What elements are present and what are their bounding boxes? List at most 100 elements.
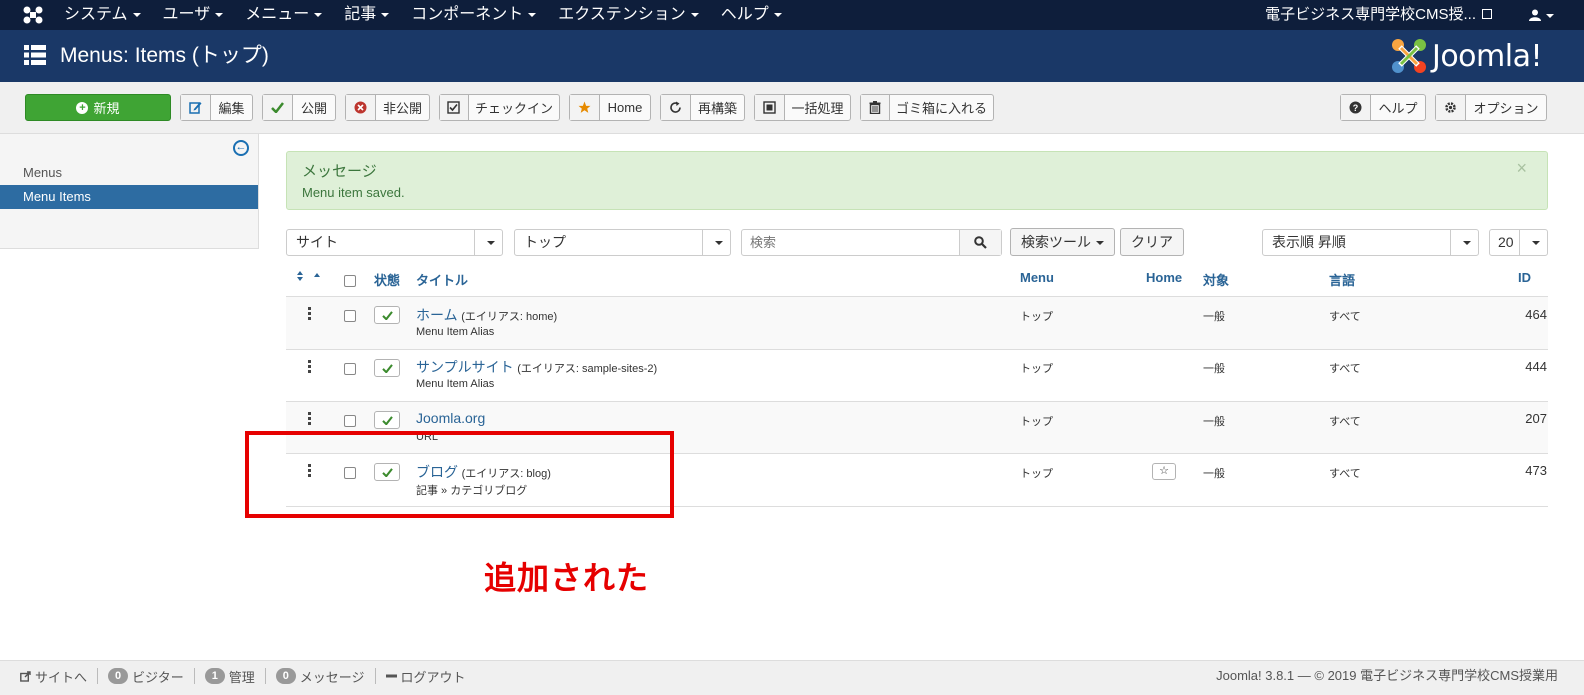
check-icon [381, 415, 393, 425]
gear-icon [1436, 95, 1466, 120]
search-tools-label: 検索ツール [1021, 234, 1091, 250]
clear-button[interactable]: クリア [1120, 228, 1184, 256]
view-site-link[interactable]: サイトへ [10, 668, 99, 685]
annotation-text: 追加された [484, 560, 650, 596]
item-title-link[interactable]: サンプルサイト [416, 359, 514, 375]
message-heading: メッセージ [302, 163, 377, 180]
drag-handle-icon[interactable] [308, 307, 312, 322]
column-access[interactable]: 対象 [1203, 270, 1229, 289]
unpublish-button[interactable]: 非公開 [345, 94, 430, 121]
collapse-sidebar-icon[interactable]: ← [233, 140, 249, 156]
new-button[interactable]: + 新規 [25, 94, 171, 121]
joomla-logo-icon[interactable] [22, 5, 44, 25]
options-label: オプション [1473, 101, 1539, 116]
caret-down-icon [528, 12, 537, 17]
item-language: すべて [1329, 468, 1361, 480]
messages-link[interactable]: 0 メッセージ [266, 668, 376, 685]
menu-users[interactable]: ユーザ [163, 0, 224, 30]
view-site-label: サイトへ [35, 669, 88, 685]
caret-down-icon [314, 12, 323, 17]
item-alias: (エイリアス: sample-sites-2) [517, 363, 658, 375]
admins-label: 管理 [228, 669, 255, 685]
column-menu[interactable]: Menu [1020, 270, 1054, 285]
help-button[interactable]: ? ヘルプ [1340, 94, 1426, 121]
row-checkbox[interactable] [344, 310, 356, 322]
menu-extensions[interactable]: エクステンション [558, 0, 699, 30]
batch-button[interactable]: 一括処理 [754, 94, 851, 121]
visitors-status: 0 ビジター [98, 668, 195, 685]
sort-ordering-icon[interactable] [296, 270, 326, 285]
search-input[interactable] [742, 230, 960, 255]
menu-content[interactable]: 記事 [344, 0, 390, 30]
item-title-link[interactable]: ホーム [416, 307, 458, 323]
item-access: 一般 [1203, 468, 1225, 480]
item-id: 473 [1525, 463, 1547, 478]
item-id: 444 [1525, 359, 1547, 374]
drag-handle-icon[interactable] [308, 360, 312, 375]
search-box [741, 229, 1002, 256]
item-access: 一般 [1203, 363, 1225, 375]
square-icon [755, 95, 785, 120]
column-id[interactable]: ID [1518, 270, 1531, 285]
item-id: 207 [1525, 411, 1547, 426]
column-language[interactable]: 言語 [1329, 270, 1355, 289]
edit-button[interactable]: 編集 [180, 94, 253, 121]
menu-menus[interactable]: メニュー [245, 0, 323, 30]
site-link[interactable]: 電子ビジネス専門学校CMS授... [1265, 0, 1492, 30]
user-menu[interactable] [1529, 0, 1554, 30]
messages-count-badge: 0 [275, 668, 296, 684]
published-toggle[interactable] [374, 411, 400, 429]
item-menu: トップ [1020, 416, 1053, 428]
row-checkbox[interactable] [344, 363, 356, 375]
trash-button[interactable]: ゴミ箱に入れる [860, 94, 994, 121]
publish-button[interactable]: 公開 [262, 94, 336, 121]
home-button[interactable]: Home [569, 94, 651, 121]
brand-name: Joomla! [1431, 38, 1543, 74]
plus-circle-icon: + [76, 101, 89, 114]
home-label: Home [607, 100, 643, 115]
search-tools-button[interactable]: 検索ツール [1010, 228, 1115, 256]
options-button[interactable]: オプション [1435, 94, 1547, 121]
published-toggle[interactable] [374, 359, 400, 377]
visitors-label: ビジター [132, 669, 184, 685]
column-status[interactable]: 状態 [374, 270, 400, 289]
row-checkbox[interactable] [344, 415, 356, 427]
item-access: 一般 [1203, 311, 1225, 323]
item-language: すべて [1329, 311, 1361, 323]
sidebar-item-menus[interactable]: Menus [0, 161, 258, 185]
menu-system[interactable]: システム [64, 0, 141, 30]
check-icon [263, 95, 293, 120]
menu-help[interactable]: ヘルプ [721, 0, 782, 30]
ordering-select[interactable]: 表示順 昇順 [1262, 229, 1479, 256]
menu-components[interactable]: コンポーネント [411, 0, 537, 30]
column-home[interactable]: Home [1146, 270, 1182, 285]
select-all-checkbox[interactable] [344, 275, 356, 287]
ordering-select-value: 表示順 昇順 [1272, 234, 1346, 250]
joomla-brand-icon [1391, 39, 1426, 73]
search-button[interactable] [959, 230, 1001, 255]
checkin-button[interactable]: チェックイン [439, 94, 560, 121]
menu-label: エクステンション [558, 6, 686, 23]
unpublish-label: 非公開 [382, 101, 422, 116]
visitors-count-badge: 0 [108, 668, 129, 684]
status-bar: サイトへ 0 ビジター 1 管理 0 メッセージ ログアウト Joomla! 3… [0, 660, 1584, 695]
close-message-icon[interactable]: × [1516, 158, 1527, 179]
sidebar-item-menu-items[interactable]: Menu Items [0, 185, 258, 209]
item-menu: トップ [1020, 311, 1053, 323]
main-menu: システム ユーザ メニュー 記事 コンポーネント エクステンション ヘルプ [64, 0, 804, 30]
caret-down-icon [132, 12, 141, 17]
column-title[interactable]: タイトル [416, 270, 468, 289]
published-toggle[interactable] [374, 306, 400, 324]
item-type: Menu Item Alias [416, 378, 495, 390]
item-title-link[interactable]: Joomla.org [416, 410, 485, 426]
menu-select[interactable]: トップ [514, 229, 731, 256]
client-select[interactable]: サイト [286, 229, 503, 256]
set-home-star-button[interactable]: ☆ [1152, 463, 1176, 480]
limit-select[interactable]: 20 [1489, 229, 1548, 256]
table-row: ホーム (エイリアス: home) Menu Item Alias トップ 一般… [286, 297, 1548, 349]
logout-link[interactable]: ログアウト [376, 668, 476, 685]
item-access: 一般 [1203, 416, 1225, 428]
top-navbar: システム ユーザ メニュー 記事 コンポーネント エクステンション ヘルプ 電子… [0, 0, 1584, 30]
drag-handle-icon[interactable] [308, 412, 312, 427]
rebuild-button[interactable]: 再構築 [660, 94, 745, 121]
